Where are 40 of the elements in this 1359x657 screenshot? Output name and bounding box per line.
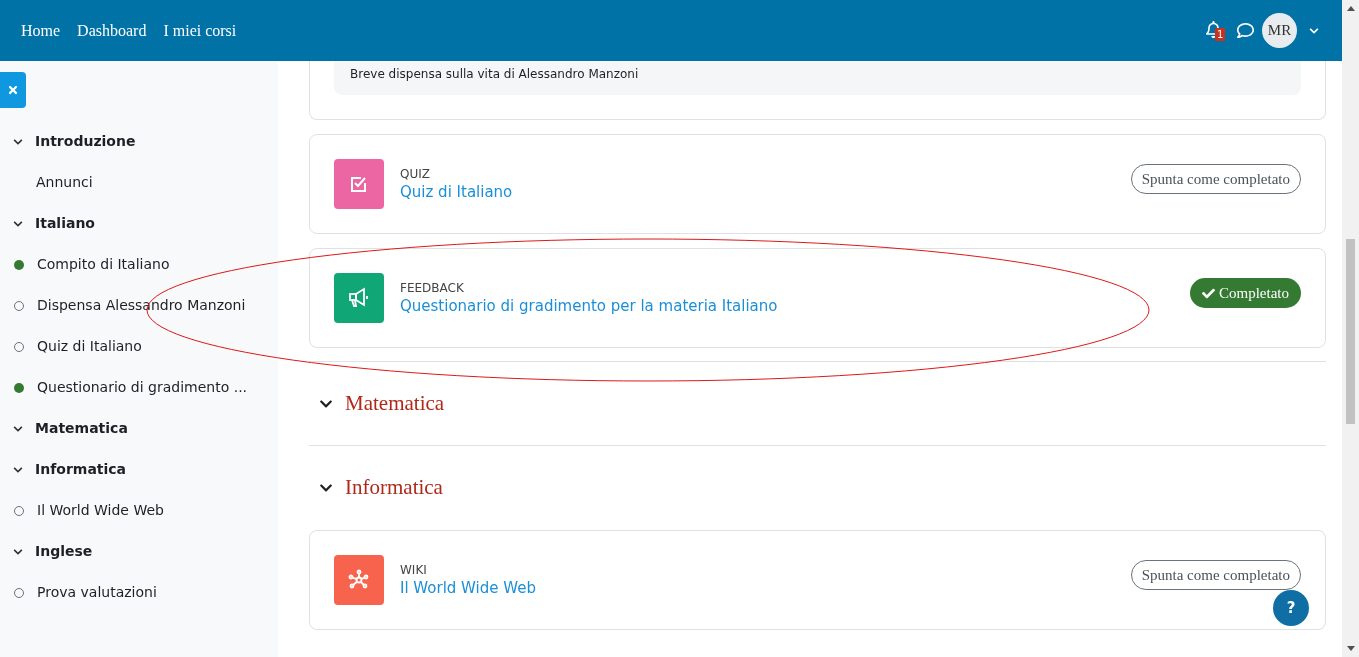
section-link[interactable]: Informatica <box>35 459 127 480</box>
activity-link[interactable]: Compito di Italiano <box>37 254 170 275</box>
activity-link[interactable]: Quiz di Italiano <box>400 182 1115 202</box>
section-link[interactable]: Matematica <box>35 418 128 439</box>
megaphone-icon <box>334 273 384 323</box>
activity-link[interactable]: Prova valutazioni <box>37 582 157 603</box>
close-icon <box>7 84 19 96</box>
activity-link[interactable]: Annunci <box>14 172 93 193</box>
completed-button[interactable]: Completato <box>1190 278 1301 308</box>
user-menu-caret-icon[interactable] <box>1309 25 1319 36</box>
activity-link[interactable]: Questionario di gradimento per la materia Italiano <box>400 296 1174 316</box>
activity-link[interactable]: Il World Wide Web <box>400 578 1115 598</box>
nav-link[interactable]: Dashboard <box>77 18 147 43</box>
activity-link[interactable]: Quiz di Italiano <box>37 336 142 357</box>
chevron-down-icon[interactable] <box>13 218 23 229</box>
section-title[interactable]: Matematica <box>345 388 445 420</box>
user-avatar[interactable]: MR <box>1262 13 1297 48</box>
chevron-down-icon[interactable] <box>13 464 23 475</box>
section-link[interactable]: Inglese <box>35 541 93 562</box>
nav-link[interactable]: Home <box>21 18 61 43</box>
section-link[interactable]: Introduzione <box>35 131 136 152</box>
notification-count: 1 <box>1215 27 1226 41</box>
close-drawer-button[interactable] <box>0 72 26 108</box>
activity-link[interactable]: Questionario di gradimento ... <box>37 377 248 398</box>
quiz-checkbox-icon <box>334 159 384 209</box>
chevron-down-icon[interactable] <box>13 136 23 147</box>
help-button[interactable]: ? <box>1273 590 1309 626</box>
section-link[interactable]: Italiano <box>35 213 95 234</box>
activity-type: FEEDBACK <box>400 280 465 296</box>
check-icon <box>1202 286 1215 300</box>
section-title[interactable]: Informatica <box>345 472 443 504</box>
activity-type: WIKI <box>400 562 428 578</box>
network-nodes-icon <box>334 555 384 605</box>
chevron-down-icon[interactable] <box>13 423 23 434</box>
activity-type: QUIZ <box>400 166 431 182</box>
activity-link[interactable]: Il World Wide Web <box>37 500 164 521</box>
activity-description: Breve dispensa sulla vita di Alessandro Manzoni <box>334 61 1301 95</box>
chevron-down-icon[interactable] <box>13 546 23 557</box>
message-icon[interactable] <box>1237 22 1254 39</box>
nav-link[interactable]: I miei corsi <box>163 18 237 43</box>
